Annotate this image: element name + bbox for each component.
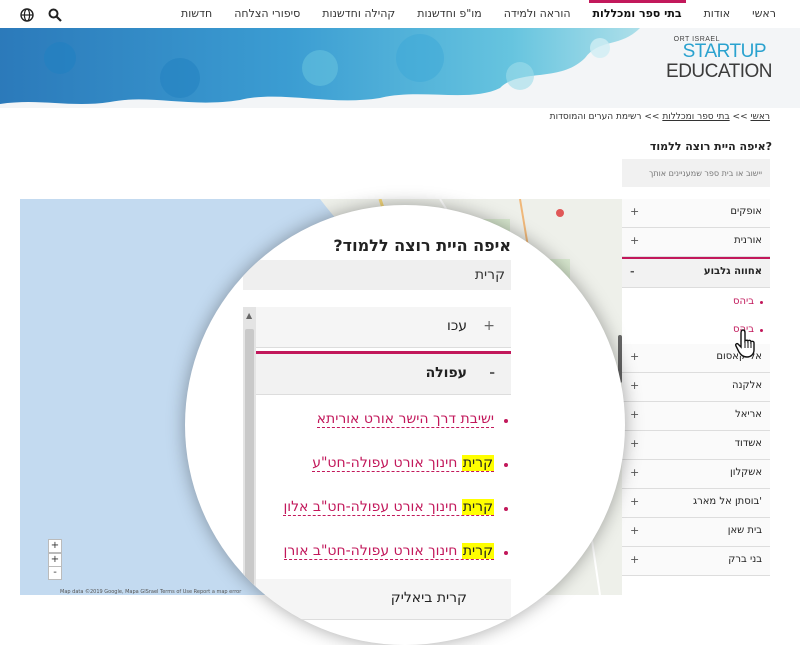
- school-name: ישיבת דרך הישר אורט אוריתא: [316, 411, 494, 428]
- school-name-rest: חינוך אורט עפולה-חט"ב אלון: [283, 499, 462, 515]
- bullet: [760, 301, 763, 304]
- nav-item[interactable]: ראשי: [752, 0, 776, 28]
- nav-item[interactable]: מו"פ וחדשנות: [417, 0, 482, 28]
- hand-pointer-icon: [735, 328, 761, 358]
- school-name-rest: חינוך אורט עפולה-חט"ע: [312, 455, 462, 471]
- expand-icon: +: [483, 318, 495, 334]
- logo-line1: STARTUP: [682, 41, 767, 62]
- city-label: אריאל: [735, 409, 762, 420]
- city-item[interactable]: אשדוד +: [622, 431, 770, 460]
- nav-item[interactable]: סיפורי הצלחה: [234, 0, 300, 28]
- city-row-afula[interactable]: עפולה -: [256, 351, 511, 395]
- scroll-thumb[interactable]: [245, 329, 254, 645]
- search-input[interactable]: [622, 159, 770, 187]
- nav-item[interactable]: בתי ספר ומכללות: [588, 0, 686, 28]
- top-icons: [20, 7, 62, 22]
- city-label: בוסתן אל מארג': [692, 496, 762, 507]
- city-row-acre[interactable]: עכו +: [256, 307, 511, 348]
- magnifier-overlay: איפה היית רוצה ללמוד? קרית ▲ עכו + עפולה…: [185, 205, 625, 645]
- expand-icon: +: [630, 234, 640, 247]
- breadcrumb: ראשי >> בתי ספר ומכללות >> רשימת הערים ו…: [550, 112, 770, 122]
- bullet: [504, 507, 508, 511]
- city-label: אשקלון: [730, 467, 762, 478]
- nav-item[interactable]: אודות: [704, 0, 731, 28]
- city-label: עכו: [447, 318, 467, 334]
- expand-icon: +: [630, 379, 640, 392]
- school-link[interactable]: קרית חינוך אורט עפולה-חט"ב אלון: [283, 499, 508, 516]
- map-footer: Map data ©2019 Google, Mapa GISrael Term…: [60, 589, 242, 595]
- startup-education-logo[interactable]: ORT ISRAEL STARTUP EDUCATION: [662, 36, 772, 86]
- search-highlight: קרית: [461, 499, 494, 515]
- breadcrumb-separator: >>: [732, 112, 748, 122]
- nav-item[interactable]: קהילה וחדשנות: [322, 0, 395, 28]
- nav-item[interactable]: הוראה ולמידה: [504, 0, 571, 28]
- expand-icon: +: [630, 437, 640, 450]
- logo-line2: EDUCATION: [666, 61, 772, 82]
- magnified-scrollbar[interactable]: ▲: [243, 307, 256, 645]
- city-item[interactable]: אופקים +: [622, 199, 770, 228]
- bullet: [504, 419, 508, 423]
- school-link[interactable]: ישיבת דרך הישר אורט אוריתא: [316, 411, 508, 428]
- city-row-kiryat-bialik[interactable]: קרית ביאליק: [256, 579, 511, 620]
- city-item[interactable]: אריאל +: [622, 402, 770, 431]
- expand-icon: +: [630, 495, 640, 508]
- school-link[interactable]: קרית חינוך אורט עפולה-חט"ב אורן: [283, 543, 508, 560]
- city-label: אלקנה: [732, 380, 762, 391]
- magnified-search-input[interactable]: קרית: [243, 260, 511, 290]
- search-highlight: קרית: [461, 543, 494, 559]
- city-item[interactable]: אלקנה +: [622, 373, 770, 402]
- city-item[interactable]: בוסתן אל מארג' +: [622, 489, 770, 518]
- city-label: בית שאן: [727, 525, 762, 536]
- city-item[interactable]: אורנית +: [622, 228, 770, 257]
- scroll-up-icon[interactable]: ▲: [246, 311, 252, 320]
- search-icon[interactable]: [48, 7, 62, 22]
- expand-icon: +: [630, 408, 640, 421]
- bullet: [504, 463, 508, 467]
- city-item[interactable]: אחווה גלבוע -: [622, 257, 770, 288]
- top-bar: ראשי אודות בתי ספר ומכללות הוראה ולמידה מו"פ…: [0, 0, 800, 29]
- city-item[interactable]: בית שאן +: [622, 518, 770, 547]
- school-name-rest: חינוך אורט עפולה-חט"ב אורן: [283, 543, 462, 559]
- school-name: קרית חינוך אורט עפולה-חט"ב אלון: [283, 499, 494, 516]
- globe-icon[interactable]: [20, 7, 34, 22]
- bullet: [504, 551, 508, 555]
- city-list: אופקים+אורנית+אחווה גלבוע-ביהסביהסאל-קאס…: [622, 199, 770, 576]
- expand-icon: +: [630, 553, 640, 566]
- expand-icon: +: [630, 524, 640, 537]
- nav-item[interactable]: חדשות: [181, 0, 212, 28]
- expand-icon: +: [630, 205, 640, 218]
- breadcrumb-separator: >>: [644, 112, 660, 122]
- school-link[interactable]: קרית חינוך אורט עפולה-חט"ע: [312, 455, 508, 472]
- city-label: אופקים: [730, 206, 762, 217]
- city-label: אחווה גלבוע: [703, 266, 762, 277]
- breadcrumb-current: רשימת הערים והמוסדות: [549, 112, 642, 122]
- magnified-search-question: איפה היית רוצה ללמוד?: [333, 236, 511, 255]
- city-label: בני ברק: [728, 554, 762, 565]
- school-name: קרית חינוך אורט עפולה-חט"ע: [312, 455, 494, 472]
- map-fullscreen-button[interactable]: +: [48, 539, 62, 553]
- zoom-out-button[interactable]: -: [48, 566, 62, 580]
- main-nav: ראשי אודות בתי ספר ומכללות הוראה ולמידה מו"פ…: [159, 0, 776, 28]
- zoom-in-button[interactable]: +: [48, 553, 62, 567]
- city-item[interactable]: אשקלון +: [622, 460, 770, 489]
- city-label: אורנית: [734, 235, 762, 246]
- city-label: אשדוד: [734, 438, 762, 449]
- breadcrumb-home[interactable]: ראשי: [751, 112, 771, 122]
- breadcrumb-section[interactable]: בתי ספר ומכללות: [662, 112, 729, 122]
- city-label: קרית ביאליק: [390, 590, 467, 606]
- search-question: איפה היית רוצה ללמוד?: [649, 140, 772, 153]
- expand-icon: +: [630, 466, 640, 479]
- collapse-icon: -: [630, 265, 635, 278]
- expand-icon: +: [630, 350, 640, 363]
- city-item[interactable]: בני ברק +: [622, 547, 770, 576]
- school-item[interactable]: ביהס: [622, 288, 770, 316]
- school-label: ביהס: [732, 296, 754, 307]
- school-name: קרית חינוך אורט עפולה-חט"ב אורן: [283, 543, 494, 560]
- magnified-results-list: ▲ עכו + עפולה - ישיבת דרך הישר אורט אורי…: [243, 307, 511, 645]
- collapse-icon: -: [489, 365, 495, 381]
- city-label: עפולה: [425, 365, 467, 381]
- search-highlight: קרית: [461, 455, 494, 471]
